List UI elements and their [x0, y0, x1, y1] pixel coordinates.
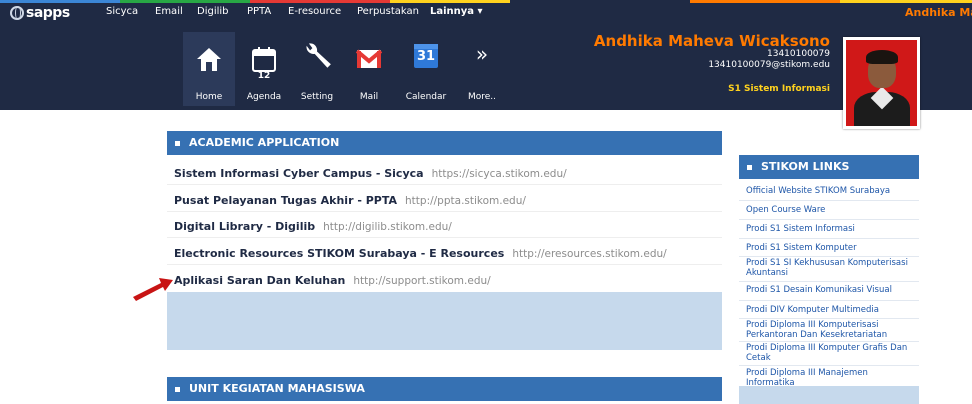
academic-link-support[interactable]: Aplikasi Saran Dan Keluhan http://support… — [167, 270, 722, 292]
app-url[interactable]: http://digilib.stikom.edu/ — [323, 221, 452, 233]
academic-panel-footer — [167, 292, 722, 350]
tool-label: More.. — [467, 92, 497, 102]
academic-panel-header: ACADEMIC APPLICATION — [167, 131, 722, 155]
divider — [739, 256, 919, 257]
tool-label: Agenda — [246, 92, 282, 102]
app-url[interactable]: http://support.stikom.edu/ — [353, 275, 490, 287]
academic-link-digilib[interactable]: Digital Library - Digilib http://digilib.… — [167, 216, 722, 238]
divider — [739, 318, 919, 319]
accent-stripe — [250, 0, 390, 3]
link-s1-sistem-informasi[interactable]: Prodi S1 Sistem Informasi — [739, 224, 919, 234]
academic-link-eresources[interactable]: Electronic Resources STIKOM Surabaya - E… — [167, 243, 722, 265]
user-nim: 13410100079 — [767, 49, 830, 59]
app-name: Electronic Resources STIKOM Surabaya - E… — [174, 247, 505, 260]
nav-item-lainnya-dropdown[interactable]: Lainnya ▾ — [430, 6, 483, 17]
divider — [739, 219, 919, 220]
academic-panel-title: ACADEMIC APPLICATION — [189, 136, 340, 149]
nav-item-email[interactable]: Email — [155, 6, 183, 17]
calendar-agenda-icon — [252, 47, 276, 72]
link-s1-desain-komunikasi-visual[interactable]: Prodi S1 Desain Komunikasi Visual — [739, 285, 919, 295]
nav-item-digilib[interactable]: Digilib — [197, 6, 229, 17]
top-nav-bar: sapps Sicyca Email Digilib PPTA E-resour… — [0, 0, 972, 26]
ukm-panel-header: UNIT KEGIATAN MAHASISWA — [167, 377, 722, 401]
link-s1-si-komputerisasi-akuntansi[interactable]: Prodi S1 SI Kekhususan Komputerisasi Aku… — [739, 258, 919, 278]
square-bullet-icon — [175, 387, 180, 392]
tool-calendar[interactable]: 31 Calendar — [400, 32, 452, 106]
tool-mail[interactable]: Mail — [343, 32, 395, 106]
divider — [739, 341, 919, 342]
nav-item-ppta[interactable]: PPTA — [247, 6, 271, 17]
avatar — [843, 37, 920, 129]
app-name: Sistem Informasi Cyber Campus - Sicyca — [174, 167, 424, 180]
logo-text: sapps — [26, 5, 70, 21]
link-s1-sistem-komputer[interactable]: Prodi S1 Sistem Komputer — [739, 243, 919, 253]
top-user-name[interactable]: Andhika Mahe — [905, 6, 972, 19]
user-program: S1 Sistem Informasi — [728, 84, 830, 94]
square-bullet-icon — [175, 141, 180, 146]
app-name: Pusat Pelayanan Tugas Akhir - PPTA — [174, 194, 398, 207]
globe-icon — [10, 6, 24, 20]
link-div-komputer-multimedia[interactable]: Prodi DIV Komputer Multimedia — [739, 305, 919, 315]
sapps-logo[interactable]: sapps — [10, 3, 70, 23]
nav-item-sicyca[interactable]: Sicyca — [106, 6, 138, 17]
ukm-panel-title: UNIT KEGIATAN MAHASISWA — [189, 382, 365, 395]
links-panel-header: STIKOM LINKS — [739, 155, 919, 179]
accent-stripe — [840, 0, 972, 3]
wrench-icon — [306, 43, 331, 68]
link-d3-komputer-grafis-cetak[interactable]: Prodi Diploma III Komputer Grafis Dan Ce… — [739, 343, 919, 363]
accent-stripe — [690, 0, 840, 3]
tool-label: Mail — [359, 92, 379, 102]
tool-agenda[interactable]: 12 Agenda — [238, 32, 290, 106]
divider — [739, 365, 919, 366]
double-chevron-right-icon: » — [475, 42, 489, 66]
link-official-website[interactable]: Official Website STIKOM Surabaya — [739, 186, 919, 196]
tool-label: Home — [195, 92, 223, 102]
tool-more[interactable]: » More.. — [456, 32, 508, 106]
red-arrow-annotation — [133, 278, 173, 301]
link-d3-manajemen-informatika[interactable]: Prodi Diploma III Manajemen Informatika — [739, 368, 919, 388]
links-panel-title: STIKOM LINKS — [761, 160, 850, 173]
square-bullet-icon — [747, 165, 752, 170]
divider — [739, 300, 919, 301]
app-url[interactable]: https://sicyca.stikom.edu/ — [432, 168, 567, 180]
link-d3-komputerisasi-perkantoran[interactable]: Prodi Diploma III Komputerisasi Perkanto… — [739, 320, 919, 340]
avatar-photo — [846, 40, 917, 126]
user-email: 13410100079@stikom.edu — [708, 60, 830, 70]
agenda-badge: 12 — [257, 71, 271, 81]
accent-stripe — [390, 0, 510, 3]
divider — [739, 200, 919, 201]
page: sapps Sicyca Email Digilib PPTA E-resour… — [0, 0, 972, 404]
accent-stripe — [120, 0, 250, 3]
tool-setting[interactable]: Setting — [291, 32, 343, 106]
app-name: Aplikasi Saran Dan Keluhan — [174, 274, 346, 287]
links-panel-footer — [739, 386, 919, 404]
tool-label: Setting — [300, 92, 334, 102]
app-url[interactable]: http://eresources.stikom.edu/ — [512, 248, 666, 260]
user-full-name: Andhika Maheva Wicaksono — [593, 32, 830, 50]
tool-label: Calendar — [405, 92, 447, 102]
nav-item-perpustakan[interactable]: Perpustakan — [357, 6, 419, 17]
tool-home[interactable]: Home — [183, 32, 235, 106]
academic-link-ppta[interactable]: Pusat Pelayanan Tugas Akhir - PPTA http:/… — [167, 190, 722, 212]
calendar-badge: 31 — [416, 49, 436, 64]
divider — [739, 238, 919, 239]
academic-link-sicyca[interactable]: Sistem Informasi Cyber Campus - Sicyca ht… — [167, 163, 722, 185]
divider — [739, 281, 919, 282]
link-open-course-ware[interactable]: Open Course Ware — [739, 205, 919, 215]
app-name: Digital Library - Digilib — [174, 220, 316, 233]
app-url[interactable]: http://ppta.stikom.edu/ — [405, 195, 526, 207]
home-icon — [197, 48, 221, 71]
nav-item-e-resource[interactable]: E-resource — [288, 6, 341, 17]
gmail-icon — [356, 49, 382, 68]
